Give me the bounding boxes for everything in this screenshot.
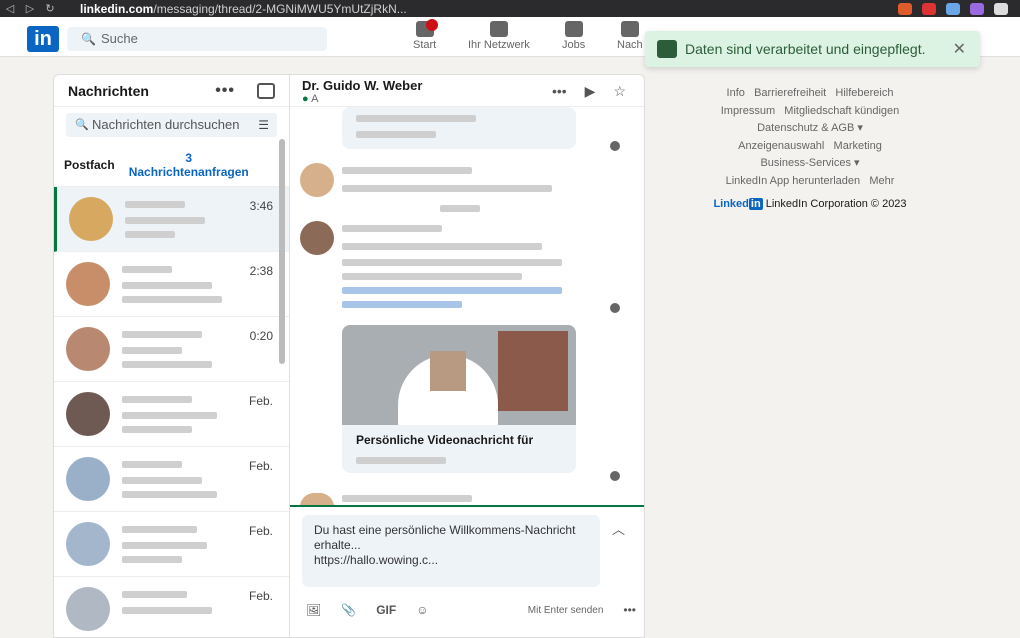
compose-icon[interactable] <box>257 82 275 99</box>
extension-icon[interactable] <box>898 2 912 15</box>
avatar <box>66 587 110 631</box>
forward-icon[interactable]: ▷ <box>20 2 40 15</box>
footer-link-more[interactable]: Mehr <box>869 175 894 187</box>
inbox-tabs: Postfach 3 Nachrichtenanfragen <box>54 143 289 187</box>
filter-icon[interactable]: ☰ <box>258 113 269 137</box>
search-icon: 🔍 <box>75 119 89 131</box>
briefcase-icon <box>564 21 583 37</box>
nav-item-messaging[interactable]: Nach <box>617 21 643 51</box>
footer-brand: Linked in LinkedIn Corporation © 2023 <box>713 198 907 210</box>
thread-pane: Dr. Guido W. Weber ● A ••• ▶ ☆ Persönlic… <box>290 75 644 637</box>
avatar <box>300 163 334 197</box>
conversation-time: Feb. <box>248 394 273 408</box>
nav-item-jobs[interactable]: Jobs <box>562 21 585 51</box>
video-call-icon[interactable]: ▶ <box>585 83 596 100</box>
home-icon <box>415 19 438 37</box>
messaging-icon <box>620 21 639 37</box>
send-hint[interactable]: Mit Enter senden <box>528 605 604 616</box>
notification-dot <box>425 19 438 31</box>
conversation-item[interactable]: Feb. <box>54 512 289 577</box>
conversation-time: 3:46 <box>249 199 273 213</box>
conversation-time: 0:20 <box>249 329 273 343</box>
address-bar[interactable]: linkedin.com/messaging/thread/2-MGNiMWU5… <box>80 2 407 16</box>
image-icon[interactable]: 🖼 <box>306 603 321 617</box>
read-receipt-icon <box>610 471 620 481</box>
footer-link-marketing[interactable]: Marketing <box>834 140 882 152</box>
more-options-icon[interactable]: ••• <box>215 82 235 100</box>
compose-toolbar: 🖼 📎 GIF ☺ Mit Enter senden ••• <box>306 603 636 617</box>
footer-link-info[interactable]: Info <box>727 87 745 99</box>
tab-message-requests[interactable]: 3 Nachrichtenanfragen <box>129 151 249 179</box>
read-receipt-icon <box>610 141 620 151</box>
more-options-icon[interactable]: ••• <box>552 83 567 100</box>
video-message-card[interactable]: Persönliche Videonachricht für <box>342 325 576 473</box>
thread-header: Dr. Guido W. Weber ● A ••• ▶ ☆ <box>290 75 644 107</box>
footer-link-help[interactable]: Hilfebereich <box>835 87 893 99</box>
avatar <box>66 327 110 371</box>
conversation-item[interactable]: Feb. <box>54 577 289 637</box>
footer-link-ad-choices[interactable]: Anzeigenauswahl <box>738 140 824 152</box>
messaging-header: Nachrichten ••• <box>54 75 289 107</box>
extension-icon[interactable] <box>922 2 936 15</box>
scrollbar[interactable] <box>279 139 285 364</box>
tab-inbox[interactable]: Postfach <box>64 158 115 172</box>
browser-toolbar: ◁ ▷ ↻ linkedin.com/messaging/thread/2-MG… <box>0 0 1020 17</box>
emoji-icon[interactable]: ☺ <box>416 603 428 617</box>
footer-link-accessibility[interactable]: Barrierefreiheit <box>754 87 826 99</box>
extension-icons <box>898 2 1020 15</box>
read-receipt-icon <box>610 303 620 313</box>
back-icon[interactable]: ◁ <box>0 2 20 15</box>
messaging-panel: Nachrichten ••• 🔍 Nachrichten durchsuche… <box>53 74 645 638</box>
avatar <box>66 457 110 501</box>
network-icon <box>489 21 508 37</box>
reload-icon[interactable]: ↻ <box>40 2 60 15</box>
nav-item-network[interactable]: Ihr Netzwerk <box>468 21 530 51</box>
conversation-list-pane: Nachrichten ••• 🔍 Nachrichten durchsuche… <box>54 75 290 637</box>
footer-link-privacy[interactable]: Datenschutz & AGB ▾ <box>757 122 863 134</box>
conversation-item[interactable]: Feb. <box>54 447 289 512</box>
conversation-time: Feb. <box>248 459 273 473</box>
more-options-icon[interactable]: ••• <box>623 603 636 617</box>
linkedin-logo[interactable]: in <box>27 26 59 52</box>
nav-item-start[interactable]: Start <box>413 19 438 51</box>
conversation-item[interactable]: 3:46 <box>54 187 289 252</box>
conversation-time: 2:38 <box>249 264 273 278</box>
message-bubble <box>342 107 576 149</box>
footer-links: Info Barrierefreiheit Hilfebereich Impre… <box>700 85 920 214</box>
attachment-icon[interactable]: 📎 <box>341 603 356 617</box>
avatar <box>66 522 110 566</box>
chevron-up-icon[interactable]: ︿ <box>612 519 625 538</box>
message-compose-box[interactable]: Du hast eine persönliche Willkommens-Nac… <box>302 515 600 587</box>
avatar <box>66 262 110 306</box>
conversation-time: Feb. <box>248 589 273 603</box>
conversation-item[interactable]: Feb. <box>54 382 289 447</box>
video-thumbnail[interactable] <box>342 325 576 425</box>
conversation-item[interactable]: 2:38 <box>54 252 289 317</box>
gif-button[interactable]: GIF <box>376 603 396 617</box>
avatar <box>300 221 334 255</box>
avatar <box>69 197 113 241</box>
avatar <box>66 392 110 436</box>
footer-link-imprint[interactable]: Impressum <box>721 105 775 117</box>
extension-icon[interactable] <box>946 2 960 15</box>
conversation-item[interactable]: 0:20 <box>54 317 289 382</box>
extension-icon <box>657 40 677 58</box>
footer-link-business[interactable]: Business-Services ▾ <box>760 157 859 169</box>
close-icon[interactable]: ✕ <box>953 39 966 59</box>
toast-message: Daten sind verarbeitet und eingepflegt. <box>685 41 926 57</box>
star-icon[interactable]: ☆ <box>613 83 626 100</box>
extension-icon[interactable] <box>970 2 984 15</box>
footer-link-app[interactable]: LinkedIn App herunterladen <box>726 175 861 187</box>
messaging-title: Nachrichten <box>68 82 149 99</box>
global-search-input[interactable]: 🔍 Suche <box>67 27 327 51</box>
puzzle-icon[interactable] <box>994 2 1008 15</box>
linkedin-logo: Linked <box>713 198 749 210</box>
footer-link-cancel-membership[interactable]: Mitgliedschaft kündigen <box>784 105 899 117</box>
search-icon: 🔍 <box>81 32 96 46</box>
messages-search-input[interactable]: 🔍 Nachrichten durchsuchen ☰ <box>66 113 277 137</box>
video-title: Persönliche Videonachricht für <box>356 433 534 447</box>
conversation-time: Feb. <box>248 524 273 538</box>
success-toast: Daten sind verarbeitet und eingepflegt. … <box>645 31 980 67</box>
